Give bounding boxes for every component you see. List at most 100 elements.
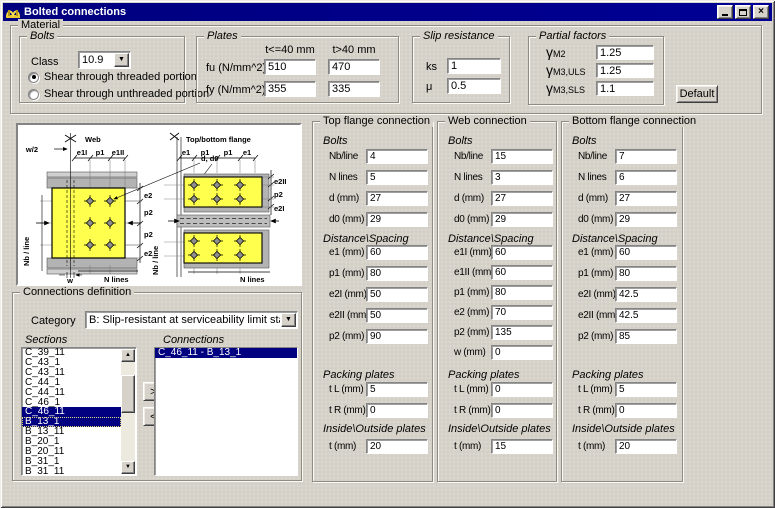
sections-scrollbar[interactable]: ▲ ▼ — [121, 349, 135, 474]
gamma-m3sls-input[interactable] — [596, 81, 654, 96]
radio-dot-icon — [28, 89, 39, 100]
inside-outside-header: Inside\Outside plates — [323, 423, 432, 435]
fu-gt40-input[interactable] — [328, 59, 380, 75]
tf-p2-label: p2 (mm) — [329, 331, 364, 342]
bf-t-label: t (mm) — [578, 441, 605, 452]
bf-tr-input[interactable] — [615, 403, 677, 418]
bf-t-input[interactable] — [615, 439, 677, 454]
window-title: Bolted connections — [24, 6, 717, 18]
bolt-class-value: 10.9 — [79, 54, 113, 66]
tf-nlines-input[interactable] — [366, 170, 428, 185]
bf-p1-input[interactable] — [615, 266, 677, 281]
diagram-web-p1-label: p1 — [96, 148, 105, 157]
chevron-down-icon[interactable]: ▼ — [281, 313, 296, 327]
web-e1ii-input[interactable] — [491, 265, 553, 280]
web-d0-input[interactable] — [491, 212, 553, 227]
plates-col2-header: t>40 mm — [328, 44, 380, 56]
list-item-selected[interactable]: C_46_11 - B_13_1 — [155, 348, 297, 358]
scrollbar-thumb[interactable] — [121, 375, 135, 413]
tf-tl-input[interactable] — [366, 382, 428, 397]
diagram-flange-nlines-label: N lines — [240, 275, 265, 284]
bolt-class-select[interactable]: 10.9 ▼ — [78, 51, 131, 69]
web-t-input[interactable] — [491, 439, 553, 454]
radio-shear-unthreaded[interactable]: Shear through unthreaded portion — [28, 88, 209, 100]
web-tl-input[interactable] — [491, 382, 553, 397]
bf-d-input[interactable] — [615, 191, 677, 206]
bf-e1-label: e1 (mm) — [578, 247, 613, 258]
bf-nbline-input[interactable] — [615, 149, 677, 164]
web-e1ii-label: e1II (mm) — [454, 267, 494, 278]
web-e2-input[interactable] — [491, 305, 553, 320]
bf-p2-label: p2 (mm) — [578, 331, 613, 342]
web-nlines-input[interactable] — [491, 170, 553, 185]
gamma-m3uls-input[interactable] — [596, 63, 654, 78]
mu-input[interactable] — [447, 78, 501, 94]
sections-listbox[interactable]: C_39_11 C_43_1 C_43_11 C_44_1 C_44_11 C_… — [21, 347, 137, 476]
tf-d-input[interactable] — [366, 191, 428, 206]
connections-listbox[interactable]: C_46_11 - B_13_1 — [154, 347, 298, 476]
tf-tl-label: t L (mm) — [329, 384, 363, 395]
inside-outside-header: Inside\Outside plates — [572, 423, 682, 435]
bf-e2i-label: e2I (mm) — [578, 289, 616, 300]
radio-shear-threaded[interactable]: Shear through threaded portion — [28, 71, 197, 83]
web-d0-label: d0 (mm) — [454, 214, 489, 225]
gamma-m2-input[interactable] — [596, 45, 654, 60]
ks-label: ks — [426, 61, 437, 73]
class-label: Class — [31, 56, 59, 68]
close-button[interactable]: × — [753, 5, 769, 19]
tf-d0-input[interactable] — [366, 212, 428, 227]
tf-p2-input[interactable] — [366, 329, 428, 344]
tf-nbline-input[interactable] — [366, 149, 428, 164]
titlebar[interactable]: Bolted connections × — [3, 3, 772, 21]
scroll-down-icon[interactable]: ▼ — [121, 461, 135, 474]
minimize-button[interactable] — [717, 5, 733, 19]
default-button[interactable]: Default — [676, 85, 718, 103]
ks-input[interactable] — [447, 58, 501, 74]
bf-nlines-input[interactable] — [615, 170, 677, 185]
bf-p2-input[interactable] — [615, 329, 677, 344]
bolts-header: Bolts — [448, 135, 556, 147]
web-nlines-label: N lines — [454, 172, 482, 183]
bf-e1-input[interactable] — [615, 245, 677, 260]
top-flange-connection-title: Top flange connection — [320, 115, 433, 127]
web-d-input[interactable] — [491, 191, 553, 206]
web-p1-label: p1 (mm) — [454, 287, 489, 298]
tf-p1-input[interactable] — [366, 266, 428, 281]
bf-p1-label: p1 (mm) — [578, 268, 613, 279]
maximize-button[interactable] — [735, 5, 751, 19]
tf-e1-input[interactable] — [366, 245, 428, 260]
bf-tl-input[interactable] — [615, 382, 677, 397]
tf-e2ii-input[interactable] — [366, 308, 428, 323]
minimize-icon — [722, 14, 728, 16]
bf-d0-input[interactable] — [615, 212, 677, 227]
tf-t-label: t (mm) — [329, 441, 356, 452]
fu-t40-input[interactable] — [264, 59, 316, 75]
category-select[interactable]: B: Slip-resistant at serviceability limi… — [85, 311, 298, 329]
web-w-input[interactable] — [491, 345, 553, 360]
fy-gt40-input[interactable] — [328, 81, 380, 97]
tf-tr-input[interactable] — [366, 403, 428, 418]
chevron-down-icon[interactable]: ▼ — [114, 53, 129, 67]
web-p2-input[interactable] — [491, 325, 553, 340]
diagram-web-w-label: w — [66, 276, 73, 284]
list-item[interactable]: B_31_11 — [22, 467, 121, 476]
bf-e2i-input[interactable] — [615, 287, 677, 302]
diagram-flange-e1a-label: e1 — [182, 148, 190, 157]
web-p2-label: p2 (mm) — [454, 327, 489, 338]
diagram-web-p2a-label: p2 — [144, 208, 153, 217]
packing-header: Packing plates — [323, 369, 432, 381]
tf-t-input[interactable] — [366, 439, 428, 454]
web-tr-input[interactable] — [491, 403, 553, 418]
web-e1i-input[interactable] — [491, 245, 553, 260]
bf-e2ii-input[interactable] — [615, 308, 677, 323]
web-p1-input[interactable] — [491, 285, 553, 300]
connection-diagram: e1I p1 e1II w/2 Web e2 p2 p2 e2 Nb / lin… — [16, 123, 302, 286]
web-nbline-input[interactable] — [491, 149, 553, 164]
inside-outside-header: Inside\Outside plates — [448, 423, 556, 435]
tf-e2i-input[interactable] — [366, 287, 428, 302]
spacing-header: Distance\Spacing — [323, 233, 432, 245]
partial-factors-group-label: Partial factors — [536, 30, 609, 42]
scroll-up-icon[interactable]: ▲ — [121, 349, 135, 362]
tf-e2ii-label: e2II (mm) — [329, 310, 369, 321]
fy-t40-input[interactable] — [264, 81, 316, 97]
